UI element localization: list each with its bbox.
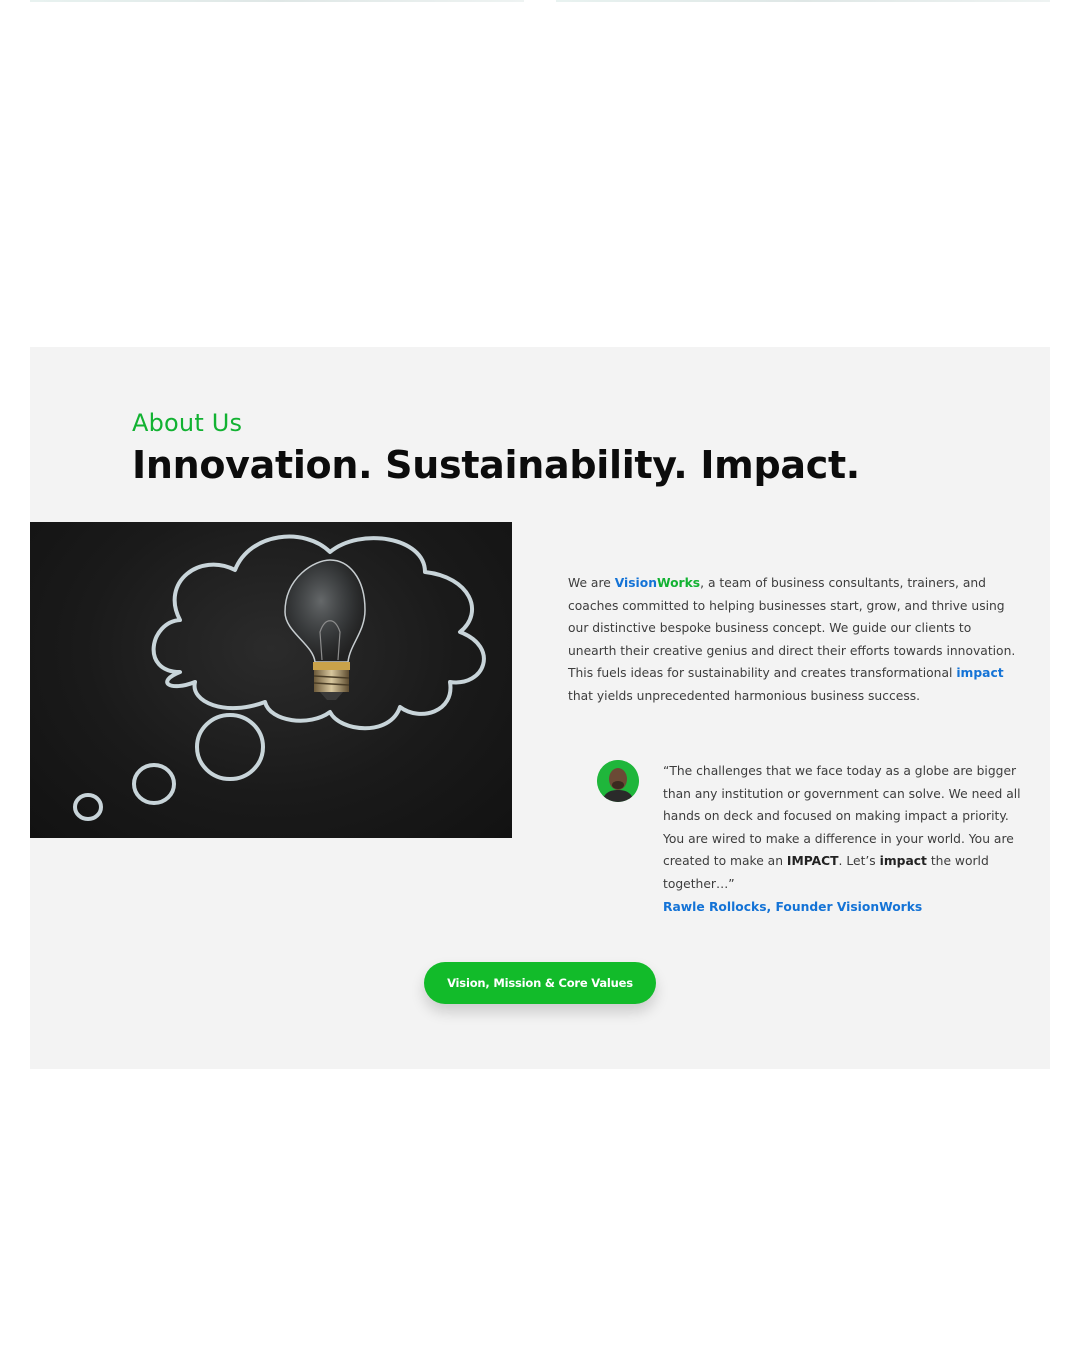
lightbulb: [284, 559, 366, 700]
lightbulb-thought-cloud-image: [30, 522, 512, 838]
quote-attribution: Rawle Rollocks, Founder VisionWorks: [663, 900, 923, 914]
top-divider-left: [30, 0, 524, 2]
brand-name-works: Works: [656, 576, 701, 590]
vision-mission-values-button[interactable]: Vision, Mission & Core Values: [424, 962, 656, 1004]
impact-highlight: impact: [956, 666, 1004, 680]
top-divider-right: [556, 0, 1050, 2]
section-headline: Innovation. Sustainability. Impact.: [132, 443, 860, 487]
about-section: About Us Innovation. Sustainability. Imp…: [30, 347, 1050, 1069]
intro-paragraph: We are VisionWorks, a team of business c…: [568, 576, 1016, 703]
brand-name-vision: Vision: [614, 576, 657, 590]
section-eyebrow: About Us: [132, 409, 243, 437]
founder-quote: “The challenges that we face today as a …: [663, 764, 1021, 891]
founder-avatar: [597, 760, 639, 802]
